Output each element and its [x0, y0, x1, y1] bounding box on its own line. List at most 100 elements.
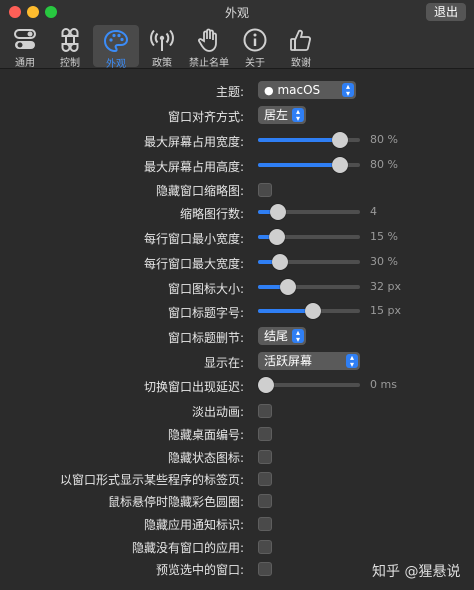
icon-size-label: 窗口图标大小: — [167, 282, 244, 296]
min-window-width-label: 每行窗口最小宽度: — [143, 232, 244, 246]
tabs-as-windows-label: 以窗口形式显示某些程序的标签页: — [59, 473, 244, 487]
hide-app-badges-checkbox[interactable] — [258, 517, 272, 531]
hide-app-badges-row: 隐藏应用通知标识: — [0, 513, 474, 535]
slider-thumb[interactable] — [258, 377, 274, 393]
window-align-label: 窗口对齐方式: — [167, 110, 244, 124]
tabs-as-windows-checkbox[interactable] — [258, 472, 272, 486]
tab-appearance[interactable]: 外观 — [93, 25, 139, 70]
icon-size-slider[interactable] — [258, 279, 360, 295]
min-window-width-slider[interactable] — [258, 229, 360, 245]
max-screen-height-value: 80 % — [370, 158, 398, 171]
hide-windowless-apps-label: 隐藏没有窗口的应用: — [131, 541, 244, 555]
chevron-up-down-icon: ▴ ▾ — [292, 329, 304, 344]
quit-button[interactable]: 退出 — [425, 3, 466, 21]
hide-thumbnails-row: 隐藏窗口缩略图: — [0, 179, 474, 201]
apple-icon: ● — [264, 84, 274, 97]
thumbnail-rows-slider[interactable] — [258, 204, 360, 220]
tab-about-label: 关于 — [245, 58, 265, 69]
command-icon — [61, 28, 79, 52]
max-screen-width-slider[interactable] — [258, 132, 360, 148]
window-align-select[interactable]: 居左 ▴ ▾ — [258, 106, 306, 124]
icon-size-row: 窗口图标大小: 32 px — [0, 277, 474, 299]
slider-thumb[interactable] — [270, 204, 286, 220]
title-font-size-slider[interactable] — [258, 303, 360, 319]
slider-thumb[interactable] — [269, 229, 285, 245]
title-truncation-select[interactable]: 结尾 ▴ ▾ — [258, 327, 306, 345]
window-align-row: 窗口对齐方式: 居左 ▴ ▾ — [0, 105, 474, 127]
hide-windowless-apps-checkbox[interactable] — [258, 540, 272, 554]
show-on-value: 活跃屏幕 — [264, 354, 313, 368]
icon-size-value: 32 px — [370, 280, 401, 293]
slider-thumb[interactable] — [280, 279, 296, 295]
thumbnail-rows-row: 缩略图行数: 4 — [0, 202, 474, 224]
toggle-icon — [14, 29, 36, 49]
chevron-up-down-icon: ▴ ▾ — [342, 83, 354, 98]
fade-out-checkbox[interactable] — [258, 404, 272, 418]
fade-out-label: 淡出动画: — [191, 405, 244, 419]
slider-thumb[interactable] — [305, 303, 321, 319]
max-screen-height-row: 最大屏幕占用高度: 80 % — [0, 155, 474, 177]
theme-value: macOS — [277, 83, 321, 97]
title-truncation-value: 结尾 — [264, 329, 289, 343]
tab-about[interactable]: 关于 — [232, 24, 278, 69]
max-window-width-label: 每行窗口最大宽度: — [143, 257, 244, 271]
show-on-select[interactable]: 活跃屏幕 ▴ ▾ — [258, 352, 360, 370]
show-on-label: 显示在: — [203, 356, 244, 370]
hide-thumbnails-label: 隐藏窗口缩略图: — [155, 184, 244, 198]
hide-space-number-checkbox[interactable] — [258, 427, 272, 441]
hide-status-icons-checkbox[interactable] — [258, 450, 272, 464]
min-window-width-value: 15 % — [370, 230, 398, 243]
title-truncation-label: 窗口标题删节: — [167, 331, 244, 345]
tab-acknowledgments-label: 致谢 — [291, 58, 311, 69]
watermark: 知乎 @猩悬说 — [372, 564, 461, 580]
max-screen-height-label: 最大屏幕占用高度: — [143, 160, 244, 174]
hide-status-icons-label: 隐藏状态图标: — [167, 451, 244, 465]
tab-blacklist-label: 禁止名单 — [189, 58, 229, 69]
hide-hover-color-label: 鼠标悬停时隐藏彩色圆圈: — [107, 495, 244, 509]
slider-thumb[interactable] — [272, 254, 288, 270]
palette-icon — [103, 29, 129, 53]
hide-hover-color-checkbox[interactable] — [258, 494, 272, 508]
hide-thumbnails-checkbox[interactable] — [258, 183, 272, 197]
hide-space-number-label: 隐藏桌面编号: — [167, 428, 244, 442]
max-window-width-row: 每行窗口最大宽度: 30 % — [0, 252, 474, 274]
title-bar: 外观 退出 — [0, 0, 474, 24]
hand-icon — [198, 28, 217, 52]
title-truncation-row: 窗口标题删节: 结尾 ▴ ▾ — [0, 326, 474, 348]
hide-space-number-row: 隐藏桌面编号: — [0, 423, 474, 445]
slider-thumb[interactable] — [332, 157, 348, 173]
window-title: 外观 — [224, 6, 249, 20]
hide-app-badges-label: 隐藏应用通知标识: — [143, 518, 244, 532]
appear-delay-slider[interactable] — [258, 377, 360, 393]
hide-hover-color-row: 鼠标悬停时隐藏彩色圆圈: — [0, 490, 474, 512]
max-screen-height-slider[interactable] — [258, 157, 360, 173]
appear-delay-value: 0 ms — [370, 378, 397, 391]
max-window-width-value: 30 % — [370, 255, 398, 268]
thumbnail-rows-value: 4 — [370, 205, 377, 218]
tab-control-label: 控制 — [60, 58, 80, 69]
tab-blacklist[interactable]: 禁止名单 — [186, 24, 232, 69]
slider-thumb[interactable] — [332, 132, 348, 148]
chevron-up-down-icon: ▴ ▾ — [292, 108, 304, 123]
info-icon — [243, 28, 267, 52]
tab-control[interactable]: 控制 — [47, 24, 93, 69]
preview-selected-label: 预览选中的窗口: — [155, 563, 244, 577]
hide-status-icons-row: 隐藏状态图标: — [0, 446, 474, 468]
tab-policy[interactable]: 政策 — [139, 24, 185, 69]
title-font-size-value: 15 px — [370, 304, 401, 317]
appear-delay-row: 切换窗口出现延迟: 0 ms — [0, 375, 474, 397]
preview-selected-checkbox[interactable] — [258, 562, 272, 576]
tab-policy-label: 政策 — [152, 58, 172, 69]
fade-out-row: 淡出动画: — [0, 400, 474, 422]
tab-general-label: 通用 — [15, 58, 35, 69]
tab-acknowledgments[interactable]: 致谢 — [278, 24, 324, 69]
tab-appearance-label: 外观 — [106, 59, 126, 70]
appear-delay-label: 切换窗口出现延迟: — [143, 380, 244, 394]
tab-general[interactable]: 通用 — [2, 24, 48, 69]
hide-windowless-apps-row: 隐藏没有窗口的应用: — [0, 536, 474, 558]
theme-select[interactable]: ● macOS ▴ ▾ — [258, 81, 356, 99]
broadcast-icon — [150, 29, 174, 51]
max-window-width-slider[interactable] — [258, 254, 360, 270]
thumbnail-rows-label: 缩略图行数: — [179, 207, 244, 221]
tabs-as-windows-row: 以窗口形式显示某些程序的标签页: — [0, 468, 474, 490]
